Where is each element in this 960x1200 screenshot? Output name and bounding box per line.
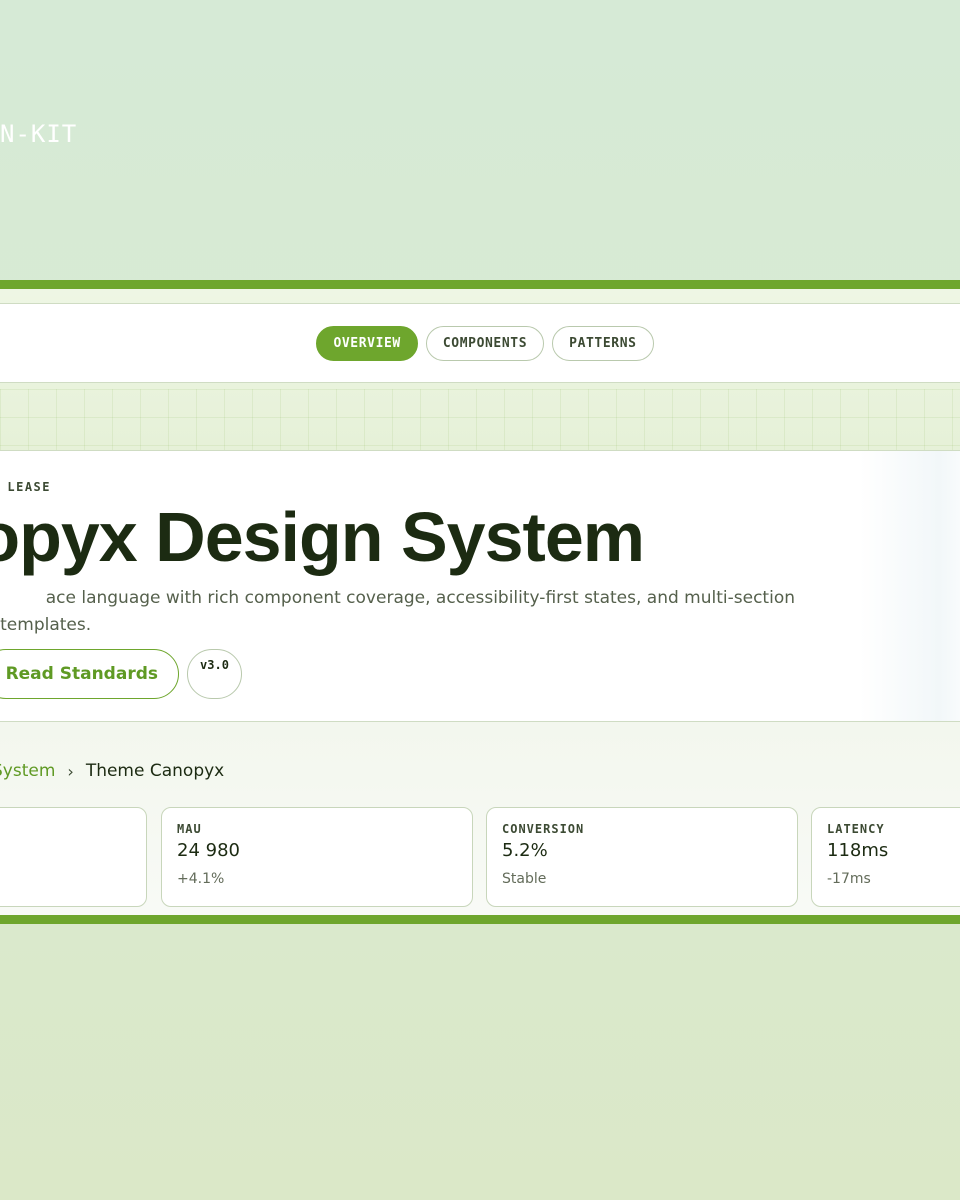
hero-description-line-2: / templates. [0,615,92,635]
hero-description-line-1: ace language with rich component coverag… [45,588,795,608]
breadcrumb-current: Theme Canopyx [85,761,225,781]
app-frame: OVERVIEW COMPONENTS PATTERNS LEASE opyx … [0,280,960,924]
metric-delta: Stable [502,871,547,887]
metric-card-latency: LATENCY 118ms -17ms [811,807,960,907]
metric-delta: +4.1% [177,871,225,887]
metric-value: 5.2% [502,840,548,861]
metric-label: MAU [177,822,202,836]
metric-card-conversion: CONVERSION 5.2% Stable [486,807,798,907]
metric-delta: -17ms [827,871,871,887]
chevron-right-icon: › [67,761,74,781]
tab-overview[interactable]: OVERVIEW [316,325,418,361]
tab-patterns[interactable]: PATTERNS [552,325,654,361]
metric-label: LATENCY [827,822,885,836]
brand-kit-label: N-KIT [0,120,78,148]
hero-title: opyx Design System [0,498,645,576]
metric-value: 24 980 [177,840,240,861]
metric-value: 118ms [827,840,889,861]
version-badge[interactable]: v3.0 [187,649,242,699]
tab-components[interactable]: COMPONENTS [425,325,545,361]
top-navbar: OVERVIEW COMPONENTS PATTERNS [0,303,960,383]
hero-description-second: / templates. [0,612,389,639]
metric-card [0,807,147,907]
hero-panel: LEASE opyx Design System ace language wi… [0,450,960,722]
breadcrumb: System › Theme Canopyx [0,759,224,783]
hero-description: ace language with rich component coverag… [0,585,795,612]
hero-eyebrow: LEASE [7,480,51,494]
metric-label: CONVERSION [502,822,585,836]
breadcrumb-parent-link[interactable]: System [0,761,55,781]
grid-background [0,389,960,459]
metric-card-mau: MAU 24 980 +4.1% [161,807,473,907]
read-standards-button[interactable]: Read Standards [0,649,179,699]
metric-cards: MAU 24 980 +4.1% CONVERSION 5.2% Stable … [0,807,960,907]
